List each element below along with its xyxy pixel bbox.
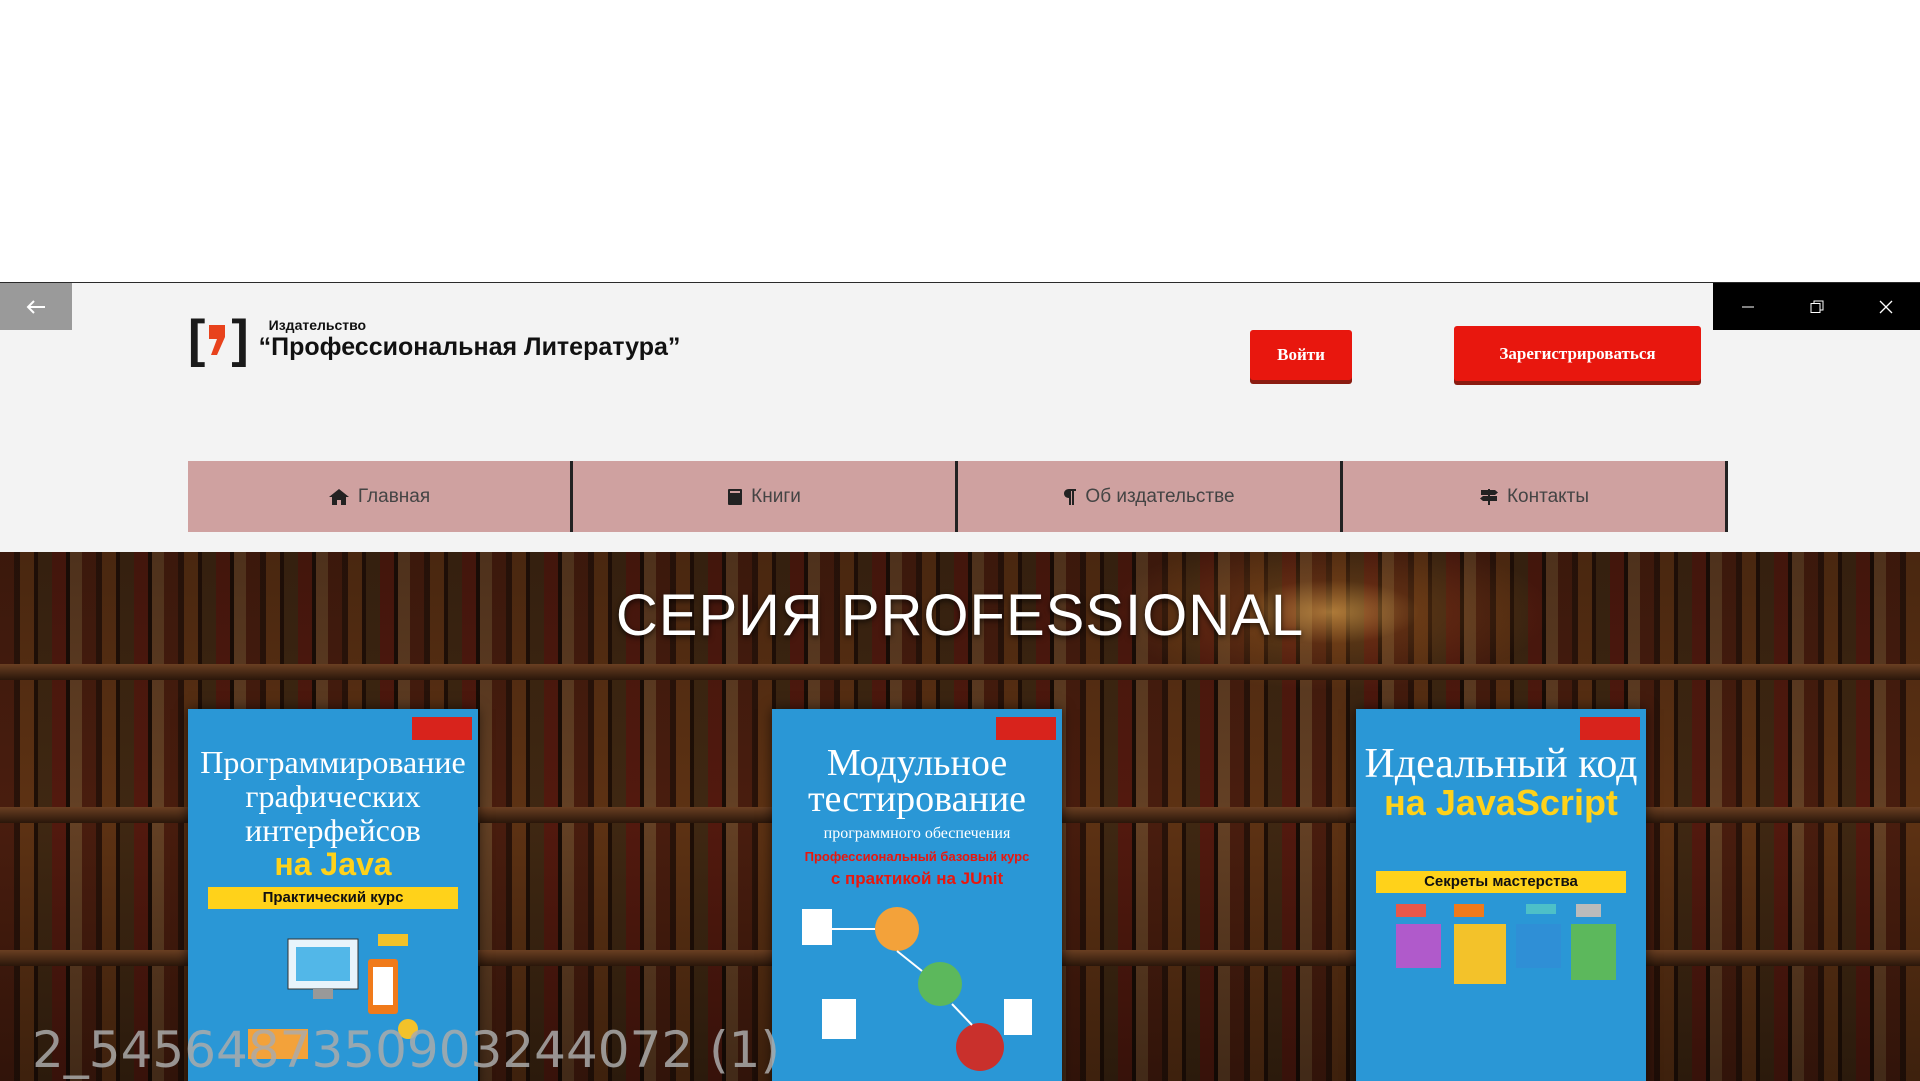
book-title: Идеальный код на JavaScript	[1356, 743, 1646, 823]
logo-quote-icon	[209, 325, 226, 355]
home-icon	[328, 488, 349, 505]
logo-mark: [ ]	[188, 313, 249, 365]
arrow-left-icon	[26, 299, 45, 314]
series-badge	[996, 717, 1056, 740]
paragraph-icon	[1064, 488, 1077, 505]
logo-subtitle: Издательство	[268, 316, 367, 333]
book-band: Секреты мастерства	[1376, 871, 1626, 893]
logo-text: Издательство “Профессиональная Литератур…	[259, 317, 681, 362]
main-nav: Главная Книги Об издательстве Контакты	[188, 461, 1728, 532]
diagram-illustration-icon	[802, 907, 1032, 1071]
back-button[interactable]	[0, 283, 72, 330]
book-title: Программирование графических интерфейсов…	[188, 745, 478, 881]
shelf	[0, 664, 1920, 680]
book-icon	[728, 488, 743, 505]
nav-item-books[interactable]: Книги	[573, 461, 958, 532]
blank-area	[0, 0, 1920, 282]
book-title-main: Идеальный код	[1364, 741, 1638, 787]
minimize-button[interactable]	[1713, 283, 1782, 330]
minimize-icon	[1741, 306, 1754, 307]
book-title-main: Модульное тестирование	[807, 742, 1027, 820]
numbers-illustration-icon	[1396, 904, 1616, 984]
close-icon	[1879, 300, 1892, 313]
nav-item-about[interactable]: Об издательстве	[958, 461, 1343, 532]
book-subtitle: программного обеспечения	[823, 825, 1011, 842]
book-band: Практический курс	[208, 887, 458, 909]
nav-item-contacts[interactable]: Контакты	[1343, 461, 1728, 532]
book-red-subtitle-2: с практикой на JUnit	[830, 869, 1004, 888]
restore-button[interactable]	[1782, 283, 1851, 330]
close-button[interactable]	[1851, 283, 1920, 330]
signpost-icon	[1479, 488, 1498, 505]
nav-label: Книги	[751, 485, 801, 507]
hero-banner: СЕРИЯ PROFESSIONAL Программирование граф…	[0, 552, 1920, 1081]
book-red-subtitle: Профессиональный базовый курс	[804, 849, 1030, 864]
series-badge	[1580, 717, 1640, 740]
app-window: [ ] Издательство “Профессиональная Литер…	[0, 282, 1920, 1081]
nav-label: Главная	[357, 485, 431, 507]
site-logo[interactable]: [ ] Издательство “Профессиональная Литер…	[188, 313, 680, 365]
nav-label: Об издательстве	[1085, 485, 1235, 507]
book-title-accent: на JavaScript	[1384, 782, 1618, 823]
logo-bracket-left: [	[188, 310, 206, 368]
book-card[interactable]: Модульное тестирование программного обес…	[772, 709, 1062, 1081]
logo-title: “Профессиональная Литература”	[258, 332, 681, 361]
book-card[interactable]: Идеальный код на JavaScript Секреты маст…	[1356, 709, 1646, 1081]
book-title-accent: на Java	[274, 846, 392, 882]
login-button[interactable]: Войти	[1250, 330, 1352, 380]
window-controls	[1713, 283, 1920, 330]
series-badge	[412, 717, 472, 740]
restore-icon	[1810, 300, 1823, 313]
nav-item-home[interactable]: Главная	[188, 461, 573, 532]
nav-label: Контакты	[1506, 485, 1590, 507]
hero-title: СЕРИЯ PROFESSIONAL	[615, 583, 1305, 648]
register-button[interactable]: Зарегистрироваться	[1454, 326, 1701, 381]
book-title: Модульное тестирование	[772, 742, 1062, 820]
book-title-main: Программирование графических интерфейсов	[200, 744, 466, 848]
filename-watermark: 2_5456487350903244072 (1)	[32, 1021, 780, 1079]
logo-bracket-right: ]	[231, 310, 249, 368]
